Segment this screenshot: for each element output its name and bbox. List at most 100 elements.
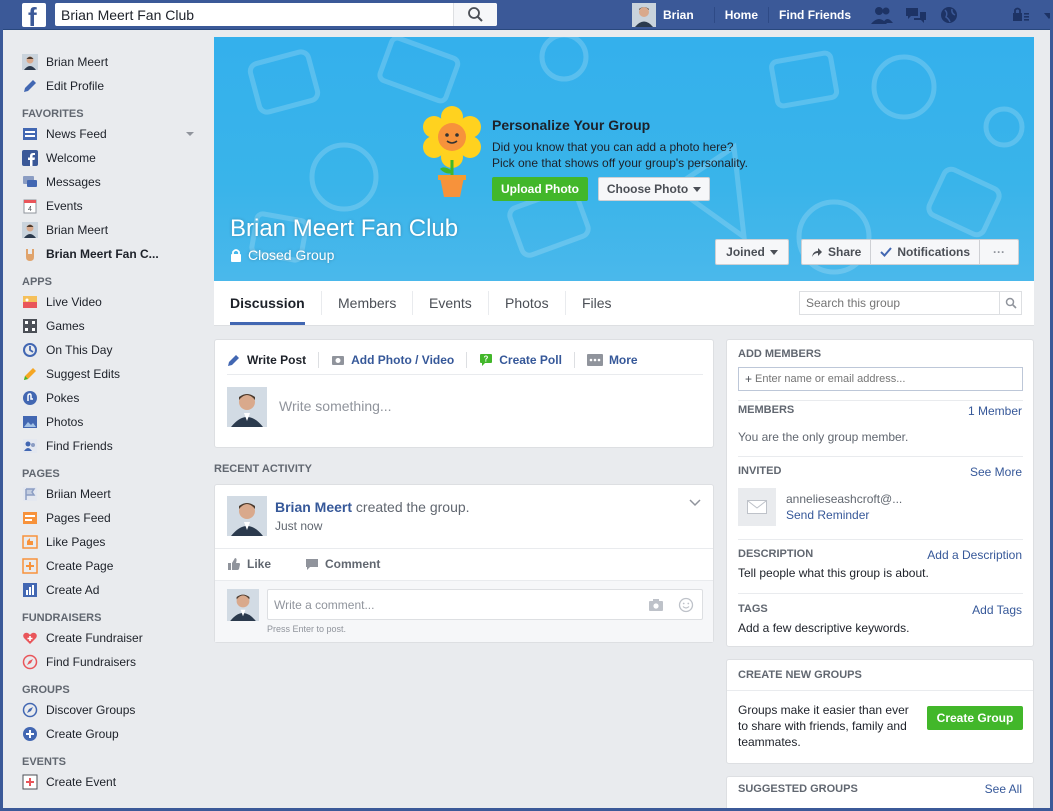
sidebar-item-briian-meert-page[interactable]: Briian Meert (22, 482, 202, 506)
sidebar-item-label: On This Day (46, 343, 113, 357)
add-members-heading: ADD MEMBERS (738, 348, 822, 360)
like-button[interactable]: Like (227, 557, 271, 571)
sidebar-item-suggest-edits[interactable]: Suggest Edits (22, 362, 202, 386)
nav-profile-link[interactable]: Brian (632, 0, 714, 30)
like-label: Like (247, 557, 272, 571)
sidebar-item-create-page[interactable]: Create Page (22, 554, 202, 578)
facebook-logo-icon[interactable]: f (22, 2, 46, 32)
tab-members[interactable]: Members (338, 281, 396, 325)
sidebar-heading-fundraisers: FUNDRAISERS (22, 612, 102, 624)
composer-tab-create-poll[interactable]: ? Create Poll (479, 352, 575, 368)
sidebar-item-messages[interactable]: Messages (22, 170, 202, 194)
post-composer: Write Post Add Photo / Video ? Create Po… (214, 339, 714, 448)
sidebar-item-create-group[interactable]: Create Group (22, 722, 202, 746)
svg-text:4: 4 (28, 206, 32, 213)
tab-files[interactable]: Files (582, 281, 612, 325)
sidebar-item-welcome[interactable]: Welcome (22, 146, 202, 170)
composer-tab-write-post[interactable]: Write Post (227, 352, 320, 368)
suggested-groups-heading: SUGGESTED GROUPS (738, 783, 858, 795)
sidebar-item-live-video[interactable]: Live Video (22, 290, 202, 314)
sidebar-item-pokes[interactable]: Pokes (22, 386, 202, 410)
privacy-lock-icon[interactable] (1010, 5, 1032, 25)
sidebar-item-edit-profile[interactable]: Edit Profile (22, 74, 202, 98)
add-tags-link[interactable]: Add Tags (972, 603, 1022, 617)
group-search-input[interactable] (800, 292, 995, 314)
emoji-icon[interactable] (678, 597, 694, 613)
comment-input[interactable]: Write a comment... (274, 598, 374, 612)
sidebar-item-find-fundraisers[interactable]: Find Fundraisers (22, 650, 202, 674)
sidebar-item-find-friends[interactable]: Find Friends (22, 434, 202, 458)
post-action-text: created the group. (355, 499, 470, 515)
comment-button[interactable]: Comment (305, 557, 380, 571)
group-actions-bar: Share Notifications ··· (801, 239, 1019, 265)
sidebar-item-on-this-day[interactable]: On This Day (22, 338, 202, 362)
composer-input[interactable]: Write something... (279, 398, 392, 414)
friend-requests-icon[interactable] (870, 5, 894, 25)
sidebar-item-like-pages[interactable]: Like Pages (22, 530, 202, 554)
composer-tab-add-photo[interactable]: Add Photo / Video (331, 352, 468, 368)
sidebar-item-label: Brian Meert (46, 55, 109, 69)
sidebar-item-photos[interactable]: Photos (22, 410, 202, 434)
divider (215, 548, 713, 549)
nav-home-link[interactable]: Home (715, 0, 768, 30)
nav-find-friends-link[interactable]: Find Friends (769, 0, 861, 30)
flower-pot-icon (423, 106, 481, 197)
plus-circle-icon (22, 726, 38, 742)
tab-photos[interactable]: Photos (505, 281, 549, 325)
chevron-down-icon[interactable] (689, 499, 701, 507)
joined-button[interactable]: Joined (715, 239, 789, 265)
account-menu-icon[interactable] (1042, 5, 1053, 25)
sidebar-item-brian-meert[interactable]: Brian Meert (22, 218, 202, 242)
sidebar-item-label: Like Pages (46, 535, 106, 549)
add-description-link[interactable]: Add a Description (927, 548, 1022, 562)
post-author-link[interactable]: Brian Meert (275, 499, 352, 515)
invited-see-more-link[interactable]: See More (970, 465, 1022, 479)
search-button[interactable] (453, 3, 497, 26)
sidebar-item-games[interactable]: Games (22, 314, 202, 338)
add-members-input[interactable] (752, 369, 1022, 389)
create-group-button[interactable]: Create Group (927, 706, 1023, 730)
invitee-email: annelieseashcroft@... (786, 492, 903, 506)
post-timestamp[interactable]: Just now (275, 519, 322, 533)
recent-activity-heading: RECENT ACTIVITY (214, 463, 312, 475)
sidebar-item-create-fundraiser[interactable]: Create Fundraiser (22, 626, 202, 650)
send-reminder-link[interactable]: Send Reminder (786, 508, 869, 522)
messages-icon[interactable] (904, 5, 928, 25)
composer-tab-more[interactable]: More (586, 352, 650, 368)
sidebar-item-events[interactable]: 4 Events (22, 194, 202, 218)
notifications-button[interactable]: Notifications (871, 240, 981, 264)
group-tabs: Discussion Members Events Photos Files (214, 281, 1034, 326)
notifications-globe-icon[interactable] (938, 5, 960, 25)
tab-events[interactable]: Events (429, 281, 472, 325)
sidebar-item-profile[interactable]: Brian Meert (22, 50, 202, 74)
nav-user-name[interactable]: Brian (656, 0, 704, 30)
camera-icon[interactable] (648, 598, 664, 612)
share-button[interactable]: Share (802, 240, 872, 264)
members-count-link[interactable]: 1 Member (968, 404, 1022, 418)
sidebar-item-create-ad[interactable]: Create Ad (22, 578, 202, 602)
comment-area: Write a comment... Press Enter to post. (215, 580, 713, 642)
create-groups-card: CREATE NEW GROUPS Groups make it easier … (726, 659, 1034, 764)
tab-discussion[interactable]: Discussion (230, 281, 305, 325)
promo-text: Did you know that you can add a photo he… (492, 139, 792, 171)
sidebar-item-create-event[interactable]: Create Event (22, 770, 202, 794)
group-search-button[interactable] (999, 292, 1021, 314)
chevron-down-icon[interactable] (186, 132, 194, 136)
compass-blue-icon (22, 702, 38, 718)
search-input[interactable] (55, 3, 450, 26)
more-options-button[interactable]: ··· (980, 240, 1018, 264)
sidebar-item-pages-feed[interactable]: Pages Feed (22, 506, 202, 530)
sidebar-item-fan-club[interactable]: Brian Meert Fan C... (22, 242, 202, 266)
thumbs-up-icon (228, 558, 240, 570)
suggested-see-all-link[interactable]: See All (985, 782, 1022, 796)
choose-photo-button[interactable]: Choose Photo (598, 177, 710, 201)
sidebar-heading-apps: APPS (22, 276, 52, 288)
calendar-icon: 4 (22, 198, 38, 214)
upload-photo-button[interactable]: Upload Photo (492, 177, 588, 201)
sidebar-item-label: Photos (46, 415, 84, 429)
share-icon (812, 248, 822, 257)
poll-icon: ? (479, 353, 493, 367)
divider (738, 400, 1023, 401)
sidebar-item-discover-groups[interactable]: Discover Groups (22, 698, 202, 722)
sidebar-item-news-feed[interactable]: News Feed (22, 122, 202, 146)
